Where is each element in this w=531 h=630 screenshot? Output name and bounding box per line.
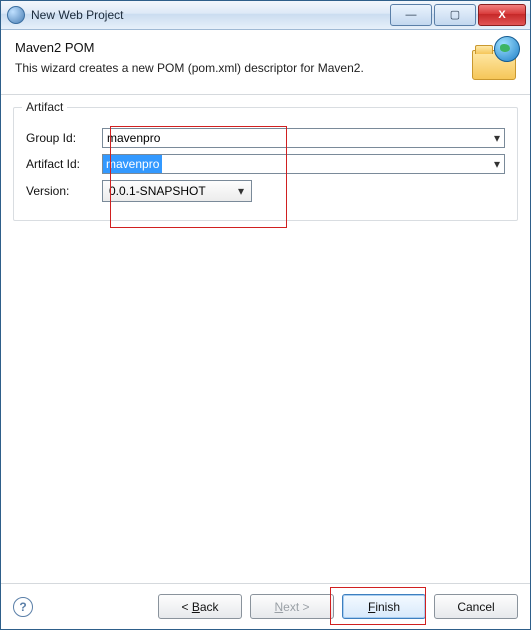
dialog-window: New Web Project — ▢ X Maven2 POM This wi… (0, 0, 531, 630)
next-button: Next > (250, 594, 334, 619)
version-label: Version: (26, 184, 96, 198)
wizard-title: Maven2 POM (15, 40, 462, 55)
cancel-button[interactable]: Cancel (434, 594, 518, 619)
help-icon: ? (19, 600, 26, 614)
artifact-id-row: Artifact Id: mavenpro ▾ (26, 154, 505, 174)
finish-button[interactable]: Finish (342, 594, 426, 619)
app-icon (7, 6, 25, 24)
titlebar[interactable]: New Web Project — ▢ X (1, 1, 530, 30)
wizard-description: This wizard creates a new POM (pom.xml) … (15, 61, 462, 75)
globe-icon (494, 36, 520, 62)
button-bar: ? < Back Next > Finish Cancel (1, 583, 530, 629)
minimize-button[interactable]: — (390, 4, 432, 26)
back-button[interactable]: < Back (158, 594, 242, 619)
artifact-id-combo[interactable]: mavenpro ▾ (102, 154, 505, 174)
artifact-group: Artifact Group Id: ▾ Artifact Id: mavenp… (13, 107, 518, 221)
version-combo[interactable]: 0.0.1-SNAPSHOT ▾ (102, 180, 252, 202)
artifact-id-input[interactable] (102, 154, 505, 174)
wizard-icon (472, 40, 516, 80)
artifact-id-label: Artifact Id: (26, 157, 96, 171)
group-id-label: Group Id: (26, 131, 96, 145)
window-controls: — ▢ X (390, 4, 526, 26)
group-id-input[interactable] (102, 128, 505, 148)
maximize-button[interactable]: ▢ (434, 4, 476, 26)
wizard-header: Maven2 POM This wizard creates a new POM… (1, 30, 530, 95)
group-id-combo[interactable]: ▾ (102, 128, 505, 148)
window-title: New Web Project (31, 8, 390, 22)
close-button[interactable]: X (478, 4, 526, 26)
wizard-body: Artifact Group Id: ▾ Artifact Id: mavenp… (1, 95, 530, 583)
wizard-header-text: Maven2 POM This wizard creates a new POM… (15, 40, 462, 75)
group-id-row: Group Id: ▾ (26, 128, 505, 148)
artifact-group-title: Artifact (22, 100, 67, 114)
help-button[interactable]: ? (13, 597, 33, 617)
version-row: Version: 0.0.1-SNAPSHOT ▾ (26, 180, 505, 202)
chevron-down-icon: ▾ (233, 181, 249, 201)
version-value: 0.0.1-SNAPSHOT (109, 184, 206, 198)
